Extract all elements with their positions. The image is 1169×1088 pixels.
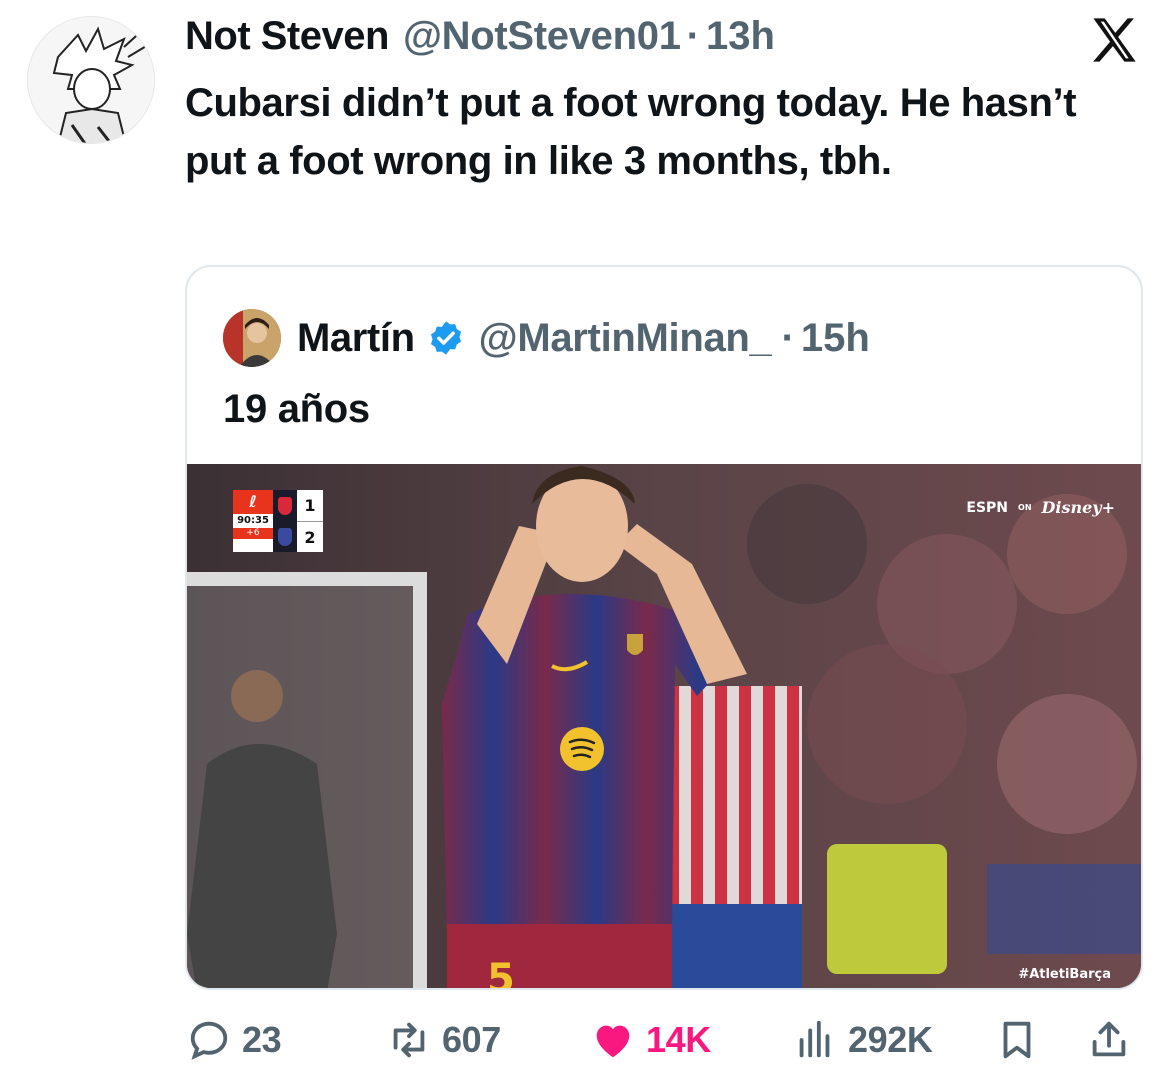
quoted-separator-dot: · (781, 315, 795, 360)
quoted-tweet-time[interactable]: 15h (801, 316, 870, 361)
quoted-author-handle[interactable]: @MartinMinan_ (479, 316, 772, 361)
reply-button[interactable]: 23 (186, 1010, 282, 1070)
share-icon (1092, 1021, 1126, 1057)
like-button[interactable]: 14K (590, 1010, 711, 1070)
action-bar: 23 607 14K 292K (0, 1010, 1169, 1070)
views-count: 292K (848, 1019, 933, 1060)
photo-scene: 5 (187, 464, 1141, 990)
team-crests (273, 490, 297, 552)
barcelona-crest-icon (278, 527, 292, 546)
repost-icon (393, 1022, 425, 1058)
x-logo-icon (1093, 18, 1136, 62)
repost-button[interactable]: 607 (386, 1010, 501, 1070)
reply-count: 23 (242, 1019, 282, 1060)
bookmark-icon (1003, 1021, 1031, 1059)
quoted-tweet-text: 19 años (223, 387, 370, 431)
heart-icon (596, 1025, 630, 1058)
added-time: +6 (233, 528, 273, 539)
views-button[interactable]: 292K (792, 1010, 933, 1070)
laliga-logo-icon: ℓ (233, 490, 273, 514)
author-handle[interactable]: @NotSteven01 (403, 14, 681, 59)
reply-icon (190, 1021, 228, 1060)
away-goals: 2 (304, 528, 316, 547)
atletico-crest-icon (278, 496, 292, 515)
quoted-tweet-header: Martín @MartinMinan_ · 15h (223, 309, 870, 367)
scoreboard: ℓ 90:35 +6 1 2 (233, 490, 323, 552)
quoted-tweet-photo[interactable]: 5 ℓ 90:35 +6 1 2 ESPN ON Disney+ #Atleti… (187, 464, 1141, 990)
bookmark-button[interactable] (994, 1010, 1040, 1070)
tweet-time[interactable]: 13h (706, 14, 775, 59)
scoreboard-clock-box: ℓ 90:35 +6 (233, 490, 273, 552)
scoreboard-goals: 1 2 (297, 490, 323, 552)
match-clock: 90:35 (237, 515, 269, 526)
author-avatar[interactable] (27, 16, 155, 144)
quoted-author-name[interactable]: Martín (297, 316, 415, 361)
broadcaster-on: ON (1018, 503, 1032, 512)
tweet-header: Not Steven @NotSteven01 · 13h (185, 14, 775, 59)
like-count: 14K (646, 1019, 711, 1060)
share-button[interactable] (1086, 1010, 1132, 1070)
quoted-author-avatar[interactable] (223, 309, 281, 367)
svg-text:5: 5 (487, 956, 515, 990)
author-name[interactable]: Not Steven (185, 14, 389, 59)
views-icon (799, 1020, 830, 1058)
quoted-tweet[interactable]: Martín @MartinMinan_ · 15h 19 años 5 ℓ 9… (185, 265, 1143, 990)
broadcaster-logo: ESPN ON Disney+ (966, 498, 1115, 517)
repost-count: 607 (442, 1019, 501, 1060)
tweet-text: Cubarsi didn’t put a foot wrong today. H… (185, 81, 1077, 183)
home-goals: 1 (297, 490, 323, 522)
separator-dot: · (686, 14, 700, 58)
broadcast-hashtag: #AtletiBarça (1018, 967, 1111, 982)
disney-plus-logo: Disney+ (1041, 498, 1115, 517)
espn-logo: ESPN (966, 499, 1009, 516)
verified-badge-icon (430, 321, 461, 355)
